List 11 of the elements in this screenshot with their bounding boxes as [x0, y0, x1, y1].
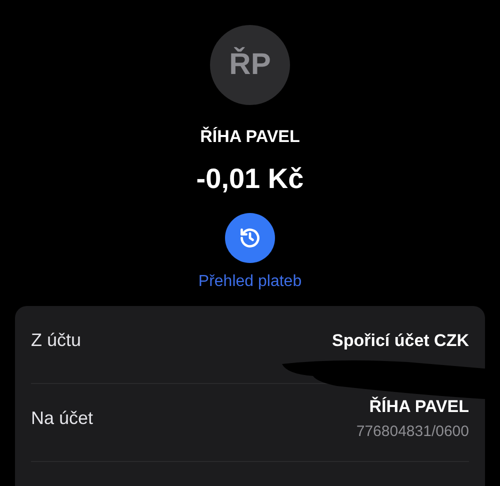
detail-value: ŘÍHA PAVEL — [369, 397, 469, 417]
account-number: 776804831/0600 — [356, 423, 469, 440]
history-button[interactable] — [225, 213, 275, 263]
payee-name: ŘÍHA PAVEL — [200, 127, 300, 147]
detail-label: Z účtu — [31, 330, 82, 351]
history-icon — [239, 227, 261, 249]
detail-label: Na účet — [31, 408, 94, 429]
detail-value: Spořicí účet CZK — [332, 330, 469, 350]
avatar: ŘP — [210, 25, 290, 105]
history-link[interactable]: Přehled plateb — [198, 273, 302, 291]
amount: -0,01 Kč — [196, 163, 304, 195]
